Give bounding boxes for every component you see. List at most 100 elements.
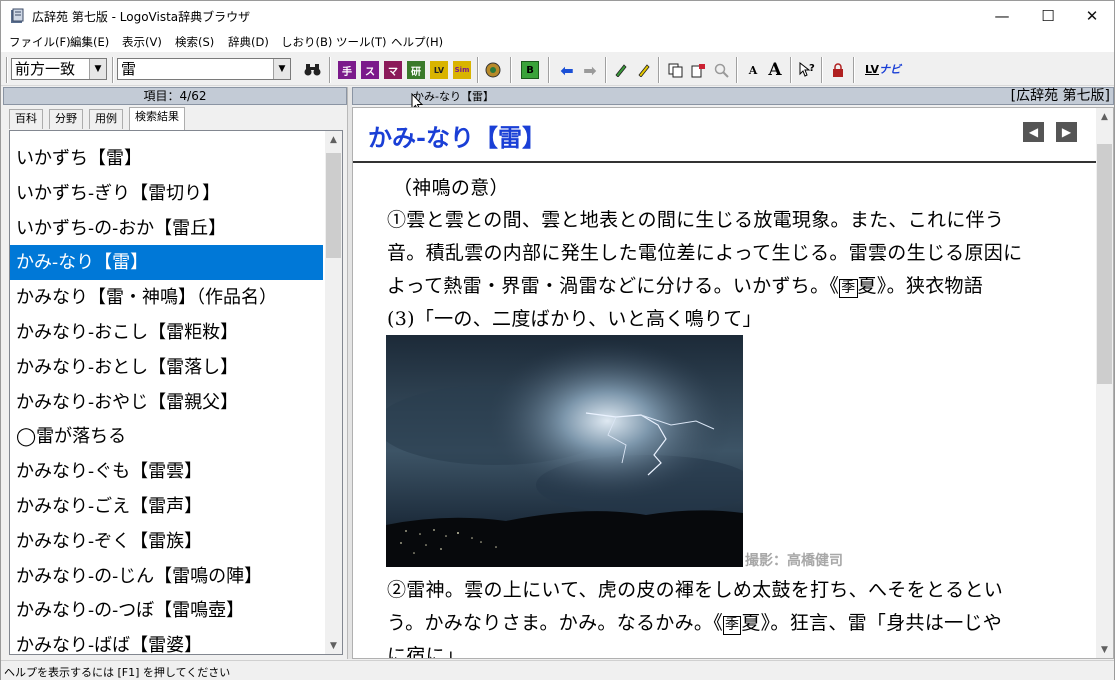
- globe-icon[interactable]: [484, 61, 502, 79]
- results-list: いかずち【雷】 いかずち‐ぎり【雷切り】 いかずち‐の‐おか【雷丘】 かみ‐なり【雷】…: [9, 130, 343, 655]
- header-dictionary-name: [広辞苑 第七版]: [1010, 88, 1110, 104]
- dict-button-su[interactable]: ス: [361, 61, 379, 79]
- entry-title: かみ‐なり【雷】: [368, 123, 546, 152]
- minimize-button[interactable]: —: [979, 1, 1025, 31]
- list-item[interactable]: かみなり‐おとし【雷落し】: [10, 350, 323, 385]
- forward-arrow-icon[interactable]: ➡: [581, 61, 599, 80]
- item-count-header: 項目：4/62: [3, 87, 347, 105]
- status-text: ヘルプを表示するには [F1] を押してください: [4, 666, 231, 679]
- app-icon[interactable]: [9, 8, 25, 24]
- list-item[interactable]: かみなり‐おこし【雷粔籹】: [10, 315, 323, 350]
- back-arrow-icon[interactable]: ⬅: [558, 61, 576, 80]
- next-entry-button[interactable]: ▶: [1056, 122, 1077, 142]
- list-item[interactable]: かみなり‐の‐つぼ【雷鳴壺】: [10, 593, 323, 628]
- tab-field[interactable]: 分野: [49, 109, 83, 129]
- menu-bar: ファイル(F) 編集(E) 表示(V) 検索(S) 辞典(D) しおり(B) ツ…: [1, 31, 1114, 52]
- toolbar: 前方一致 ▼ 雷 ▼ 手 ス マ 研 LV Sim B ⬅ ➡ A A ? LV…: [1, 54, 1114, 86]
- font-small-button[interactable]: A: [744, 61, 762, 79]
- definition-line: ②雷神。雲の上にいて、虎の皮の褌をしめ太鼓を打ち、へそをとるとい: [387, 579, 1004, 601]
- entry-content: かみ‐なり【雷】 ◀ ▶ （神鳴の意） ①雲と雲との間、雲と地表との間に生じる放…: [352, 107, 1114, 659]
- list-item[interactable]: かみなり‐ぞく【雷族】: [10, 524, 323, 559]
- app-window: 広辞苑 第七版 - LogoVista辞典ブラウザ — ☐ ✕ ファイル(F) …: [0, 0, 1115, 680]
- list-scrollbar[interactable]: ▲ ▼: [325, 131, 342, 654]
- toolbar-separator: [510, 57, 512, 83]
- tab-search-results[interactable]: 検索結果: [129, 107, 185, 130]
- svg-text:?: ?: [809, 63, 815, 74]
- edit-page-icon[interactable]: [689, 61, 707, 79]
- definition-origin: （神鳴の意）: [393, 177, 509, 199]
- zoom-icon[interactable]: [712, 61, 730, 79]
- list-item[interactable]: かみ‐なり【雷】: [10, 245, 323, 281]
- content-scrollbar[interactable]: ▲ ▼: [1096, 108, 1113, 658]
- toolbar-separator: [329, 57, 331, 83]
- search-mode-select[interactable]: 前方一致 ▼: [11, 58, 107, 80]
- binoculars-icon[interactable]: [303, 61, 321, 79]
- scroll-down-icon[interactable]: ▼: [325, 637, 342, 654]
- dict-button-te[interactable]: 手: [338, 61, 356, 79]
- window-title: 広辞苑 第七版 - LogoVista辞典ブラウザ: [32, 10, 251, 24]
- list-item[interactable]: いかずち【雷】: [10, 141, 323, 176]
- season-seal: 季: [839, 279, 858, 298]
- lock-icon[interactable]: [829, 61, 847, 79]
- toolbar-separator: [658, 57, 660, 83]
- list-item[interactable]: かみなり‐おやじ【雷親父】: [10, 385, 323, 420]
- list-item[interactable]: かみなり【雷・神鳴】（作品名）: [10, 280, 323, 315]
- list-item[interactable]: かみなり‐ばば【雷婆】: [10, 628, 323, 654]
- close-button[interactable]: ✕: [1069, 1, 1115, 31]
- list-item[interactable]: いかずち‐の‐おか【雷丘】: [10, 211, 323, 246]
- b-button[interactable]: B: [521, 61, 539, 79]
- tab-examples[interactable]: 用例: [89, 109, 123, 129]
- menu-bookmark[interactable]: しおり(B): [281, 34, 332, 50]
- definition-line: に宿に」: [387, 645, 465, 659]
- menu-dictionary[interactable]: 辞典(D): [228, 34, 269, 50]
- toolbar-separator: [548, 57, 550, 83]
- menu-tools[interactable]: ツール(T): [336, 34, 387, 50]
- list-item[interactable]: かみなり‐ごえ【雷声】: [10, 489, 323, 524]
- chevron-down-icon[interactable]: ▼: [89, 59, 106, 79]
- lightning-photo[interactable]: [386, 335, 743, 567]
- definition-line: ①雲と雲との間、雲と地表との間に生じる放電現象。また、これに伴う: [387, 209, 1005, 231]
- definition-line: う。かみなりさま。かみ。なるかみ。《季夏》。狂言、雷「身共は一じや: [387, 607, 1002, 640]
- help-pointer-icon[interactable]: ?: [798, 61, 816, 79]
- menu-edit[interactable]: 編集(E): [70, 34, 109, 50]
- highlighter-icon[interactable]: [635, 61, 653, 79]
- scroll-down-icon[interactable]: ▼: [1096, 641, 1113, 658]
- chevron-down-icon[interactable]: ▼: [273, 59, 290, 79]
- title-bar: 広辞苑 第七版 - LogoVista辞典ブラウザ — ☐ ✕: [1, 1, 1114, 31]
- copy-icon[interactable]: [666, 61, 684, 79]
- list-item[interactable]: かみなり‐ぐも【雷雲】: [10, 454, 323, 489]
- dict-button-sim[interactable]: Sim: [453, 61, 471, 79]
- list-item[interactable]: ◯雷が落ちる: [10, 419, 323, 454]
- search-mode-value: 前方一致: [15, 60, 76, 78]
- menu-search[interactable]: 検索(S): [175, 34, 214, 50]
- scroll-up-icon[interactable]: ▲: [325, 131, 342, 148]
- menu-help[interactable]: ヘルプ(H): [391, 34, 443, 50]
- toolbar-separator: [790, 57, 792, 83]
- dict-button-ken[interactable]: 研: [407, 61, 425, 79]
- search-input[interactable]: 雷 ▼: [117, 58, 291, 80]
- definition-line: よって熱雷・界雷・渦雷などに分ける。いかずち。《季夏》。狭衣物語: [387, 270, 983, 303]
- tab-encyclopedia[interactable]: 百科: [9, 109, 43, 129]
- menu-view[interactable]: 表示(V): [122, 34, 162, 50]
- list-item[interactable]: かみなり‐の‐じん【雷鳴の陣】: [10, 559, 323, 594]
- citation-line: (3)「一の、二度ばかり、いと高く鳴りて」: [387, 308, 762, 330]
- definition-text: 夏》。狭衣物語: [857, 275, 984, 297]
- pencil-icon[interactable]: [612, 61, 630, 79]
- list-item[interactable]: いかずち‐ぎり【雷切り】: [10, 176, 323, 211]
- prev-entry-button[interactable]: ◀: [1023, 122, 1044, 142]
- maximize-button[interactable]: ☐: [1025, 1, 1071, 31]
- content-scroll-thumb[interactable]: [1097, 144, 1112, 384]
- toolbar-separator: [477, 57, 479, 83]
- scroll-up-icon[interactable]: ▲: [1096, 108, 1113, 125]
- menu-file[interactable]: ファイル(F): [9, 34, 71, 50]
- toolbar-separator: [821, 57, 823, 83]
- dict-button-ma[interactable]: マ: [384, 61, 402, 79]
- font-large-button[interactable]: A: [766, 60, 784, 80]
- status-bar: ヘルプを表示するには [F1] を押してください: [1, 660, 1114, 680]
- toolbar-separator: [112, 57, 114, 83]
- toolbar-separator: [853, 57, 855, 83]
- lv-navi-button[interactable]: LVナビ: [865, 61, 901, 77]
- dict-button-lv[interactable]: LV: [430, 61, 448, 79]
- definition-line: 音。積乱雲の内部に発生した電位差によって生じる。雷雲の生じる原因に: [387, 242, 1023, 264]
- list-scroll-thumb[interactable]: [326, 153, 341, 258]
